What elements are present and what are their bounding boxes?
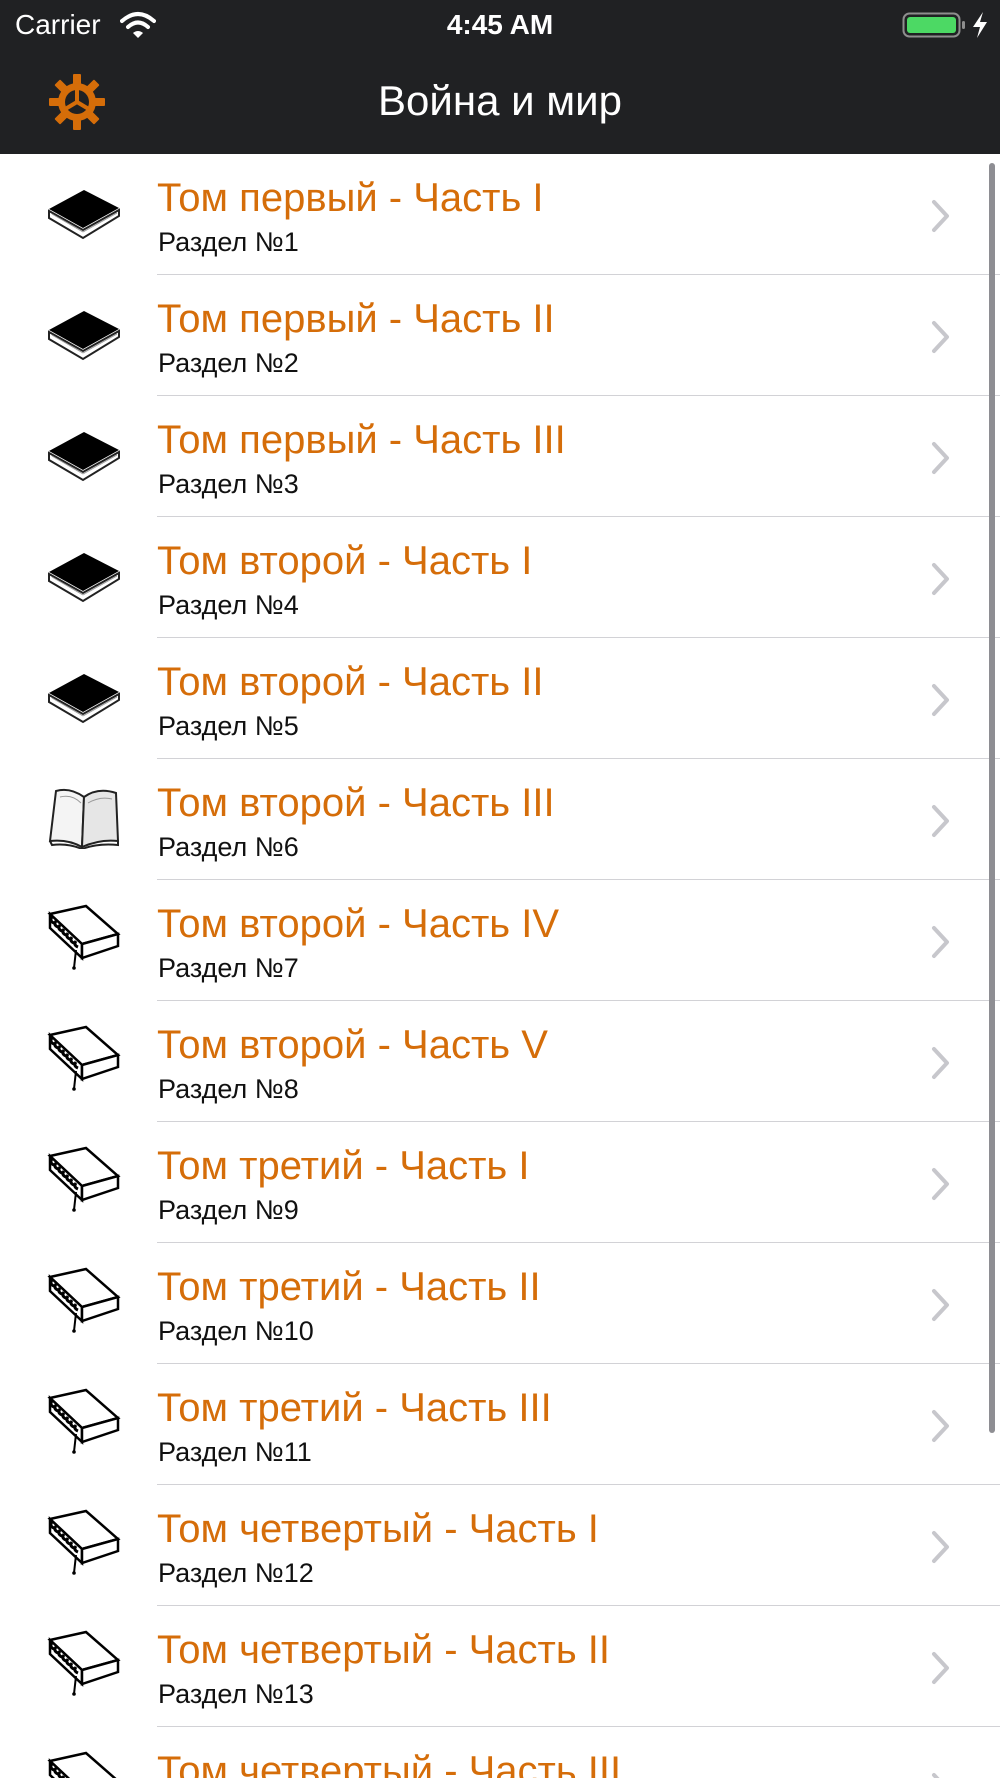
closed-book-icon xyxy=(46,420,122,486)
chapter-subtitle: Раздел №11 xyxy=(158,1437,312,1467)
charging-bolt-icon xyxy=(973,12,987,38)
navigation-bar: Война и мир xyxy=(0,50,1000,154)
status-bar: Carrier 4:45 AM xyxy=(0,0,1000,50)
scroll-indicator[interactable] xyxy=(989,163,995,1433)
chapter-row[interactable]: Том третий - Часть II Раздел №10 xyxy=(0,1243,1000,1364)
chapter-row[interactable]: Том четвертый - Часть II Раздел №13 xyxy=(0,1606,1000,1727)
chapter-title: Том третий - Часть III xyxy=(157,1386,552,1430)
chevron-right-icon xyxy=(932,442,949,474)
chevron-right-icon xyxy=(932,1168,949,1200)
outline-book-icon xyxy=(46,1267,122,1333)
chapter-title: Том четвертый - Часть II xyxy=(157,1628,611,1672)
chapter-subtitle: Раздел №5 xyxy=(158,711,299,741)
outline-book-icon xyxy=(46,1751,122,1778)
chapter-row[interactable]: Том третий - Часть III Раздел №11 xyxy=(0,1364,1000,1485)
chapter-subtitle: Раздел №2 xyxy=(158,348,299,378)
outline-book-icon xyxy=(46,1025,122,1091)
chapter-row[interactable]: Том второй - Часть V Раздел №8 xyxy=(0,1001,1000,1122)
chapter-title: Том второй - Часть I xyxy=(157,539,533,583)
chapter-row[interactable]: Том второй - Часть III Раздел №6 xyxy=(0,759,1000,880)
chevron-right-icon xyxy=(932,684,949,716)
chapter-subtitle: Раздел №1 xyxy=(158,227,299,257)
chapter-subtitle: Раздел №12 xyxy=(158,1558,314,1588)
chapter-subtitle: Раздел №13 xyxy=(158,1679,314,1709)
chapter-title: Том четвертый - Часть III xyxy=(157,1749,622,1778)
chevron-right-icon xyxy=(932,321,949,353)
chevron-right-icon xyxy=(932,1531,949,1563)
chapter-title: Том второй - Часть II xyxy=(157,660,544,704)
chevron-right-icon xyxy=(932,563,949,595)
chapter-subtitle: Раздел №7 xyxy=(158,953,299,983)
page-title: Война и мир xyxy=(378,77,622,124)
chapter-title: Том третий - Часть II xyxy=(157,1265,541,1309)
chapter-row[interactable]: Том второй - Часть II Раздел №5 xyxy=(0,638,1000,759)
outline-book-icon xyxy=(46,1630,122,1696)
chapter-title: Том первый - Часть III xyxy=(157,418,566,462)
chapter-row[interactable]: Том первый - Часть II Раздел №2 xyxy=(0,275,1000,396)
chevron-right-icon xyxy=(932,200,949,232)
closed-book-icon xyxy=(46,299,122,365)
open-book-icon xyxy=(46,783,122,851)
chevron-right-icon xyxy=(932,926,949,958)
chapter-list: Том первый - Часть I Раздел №1 Том первый … xyxy=(0,154,1000,1778)
chapter-row[interactable]: Том четвертый - Часть I Раздел №12 xyxy=(0,1485,1000,1606)
outline-book-icon xyxy=(46,1146,122,1212)
chapter-title: Том первый - Часть I xyxy=(157,176,544,220)
chapter-subtitle: Раздел №4 xyxy=(158,590,299,620)
chapter-row[interactable]: Том второй - Часть IV Раздел №7 xyxy=(0,880,1000,1001)
battery-icon xyxy=(902,12,965,38)
chevron-right-icon xyxy=(932,805,949,837)
closed-book-icon xyxy=(46,541,122,607)
chapter-title: Том третий - Часть I xyxy=(157,1144,530,1188)
chapter-subtitle: Раздел №10 xyxy=(158,1316,314,1346)
status-time: 4:45 AM xyxy=(446,9,554,40)
chevron-right-icon xyxy=(932,1773,940,1778)
chapter-title: Том второй - Часть V xyxy=(157,1023,548,1067)
chapter-subtitle: Раздел №3 xyxy=(158,469,299,499)
closed-book-icon xyxy=(46,662,122,728)
chevron-right-icon xyxy=(932,1289,949,1321)
chapter-row[interactable]: Том третий - Часть I Раздел №9 xyxy=(0,1122,1000,1243)
chapter-subtitle: Раздел №6 xyxy=(158,832,299,862)
chapter-row[interactable]: Том четвертый - Часть III xyxy=(0,1727,1000,1778)
chapter-title: Том второй - Часть IV xyxy=(157,902,560,946)
chapter-title: Том четвертый - Часть I xyxy=(157,1507,599,1551)
chapter-row[interactable]: Том первый - Часть I Раздел №1 xyxy=(0,154,1000,275)
chevron-right-icon xyxy=(932,1652,949,1684)
chapter-title: Том первый - Часть II xyxy=(157,297,555,341)
chapter-subtitle: Раздел №8 xyxy=(158,1074,299,1104)
chevron-right-icon xyxy=(932,1410,949,1442)
chevron-right-icon xyxy=(932,1047,949,1079)
chapter-row[interactable]: Том второй - Часть I Раздел №4 xyxy=(0,517,1000,638)
chapter-subtitle: Раздел №9 xyxy=(158,1195,299,1225)
outline-book-icon xyxy=(46,1509,122,1575)
closed-book-icon xyxy=(46,178,122,244)
chapter-row[interactable]: Том первый - Часть III Раздел №3 xyxy=(0,396,1000,517)
chapter-title: Том второй - Часть III xyxy=(157,781,555,825)
outline-book-icon xyxy=(46,1388,122,1454)
outline-book-icon xyxy=(46,904,122,970)
